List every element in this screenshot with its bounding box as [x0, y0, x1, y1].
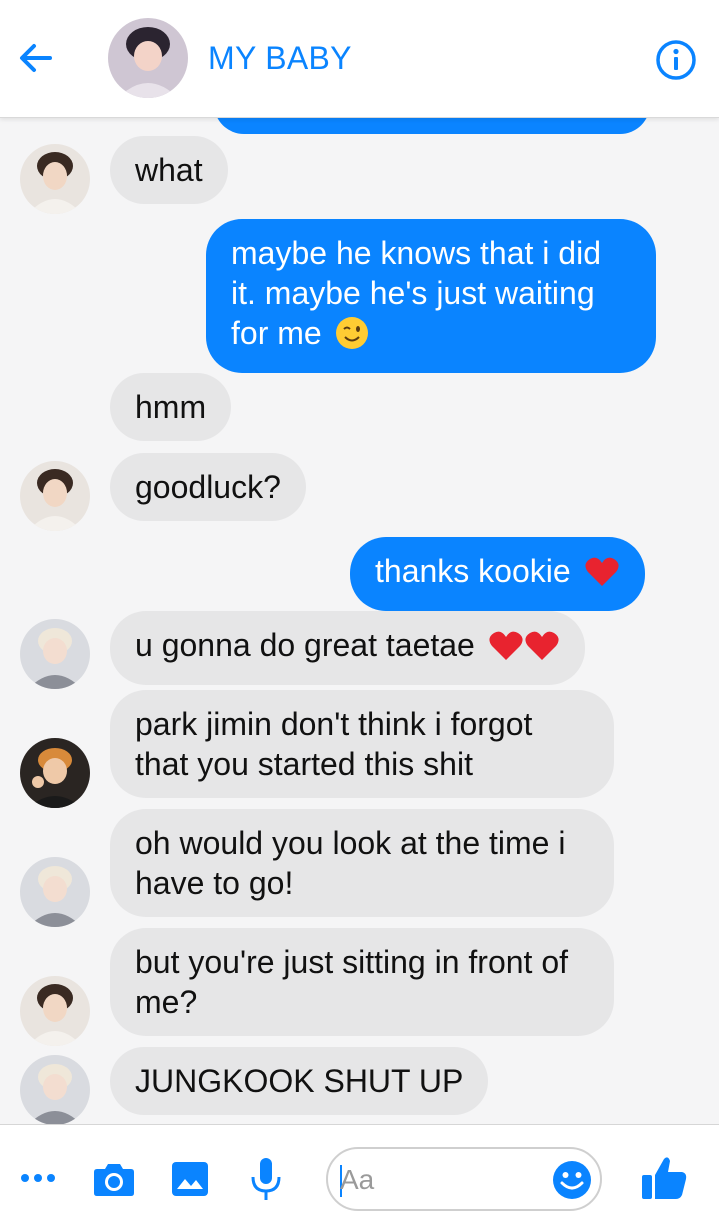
info-icon[interactable]	[654, 38, 698, 82]
message-input[interactable]	[340, 1161, 540, 1199]
message-bubble-incoming[interactable]: hmm	[110, 373, 232, 441]
two-red-hearts-icon	[488, 630, 560, 671]
message-bubble-incoming[interactable]: but you're just sitting in front of me?	[110, 928, 614, 1036]
thumbs-up-icon[interactable]	[640, 1155, 688, 1206]
avatar[interactable]	[20, 619, 90, 689]
avatar[interactable]	[20, 857, 90, 927]
winking-face-icon	[335, 316, 369, 359]
avatar[interactable]	[20, 461, 90, 531]
message-bubble-incoming[interactable]: u gonna do great taetae	[110, 611, 585, 685]
avatar[interactable]	[20, 738, 90, 808]
message-bubble-incoming[interactable]: JUNGKOOK SHUT UP	[110, 1047, 489, 1115]
message-composer	[0, 1124, 719, 1230]
more-icon[interactable]	[20, 1163, 56, 1198]
avatar[interactable]	[20, 144, 90, 214]
message-bubble-incoming[interactable]: park jimin don't think i forgot that you…	[110, 690, 614, 798]
contact-avatar[interactable]	[108, 18, 188, 98]
microphone-icon[interactable]	[250, 1157, 282, 1206]
message-list[interactable]: what maybe he knows that i did it. maybe…	[0, 0, 719, 1125]
emoji-icon[interactable]	[552, 1160, 592, 1205]
camera-icon[interactable]	[93, 1161, 135, 1202]
message-bubble-outgoing[interactable]: thanks kookie	[350, 537, 645, 611]
message-bubble-outgoing[interactable]: maybe he knows that i did it. maybe he's…	[206, 219, 656, 373]
conversation-title[interactable]: MY BABY	[208, 40, 352, 77]
message-bubble-incoming[interactable]: what	[110, 136, 228, 204]
gallery-icon[interactable]	[171, 1161, 209, 1202]
red-heart-icon	[584, 556, 620, 597]
avatar[interactable]	[20, 976, 90, 1046]
conversation-header: MY BABY	[0, 0, 719, 118]
message-bubble-incoming[interactable]: oh would you look at the time i have to …	[110, 809, 614, 917]
message-bubble-incoming[interactable]: goodluck?	[110, 453, 306, 521]
message-input-container[interactable]	[326, 1147, 602, 1211]
avatar[interactable]	[20, 1055, 90, 1125]
back-arrow-icon[interactable]	[14, 36, 58, 80]
